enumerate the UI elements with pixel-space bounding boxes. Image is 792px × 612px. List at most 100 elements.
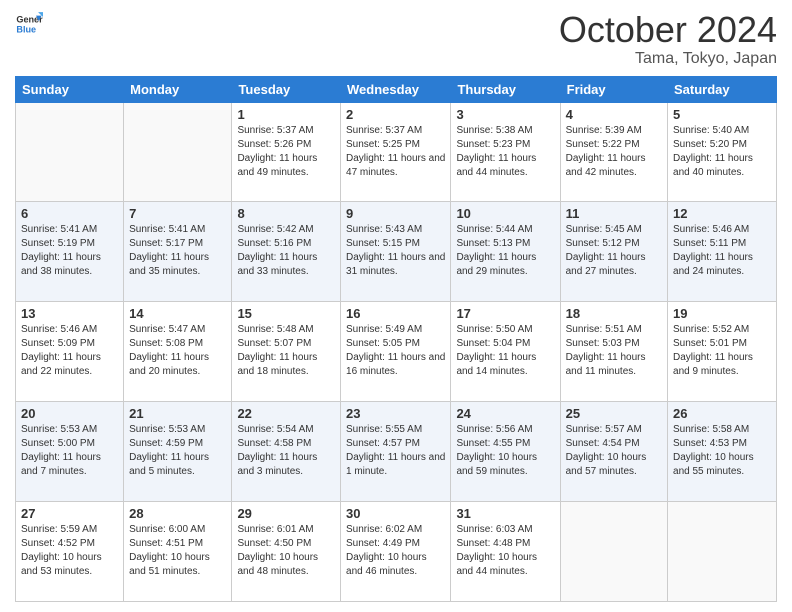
day-number: 3 <box>456 107 554 122</box>
day-header-friday: Friday <box>560 76 667 102</box>
calendar-cell <box>16 102 124 202</box>
day-number: 21 <box>129 406 226 421</box>
day-number: 29 <box>237 506 335 521</box>
calendar-cell: 20 Sunrise: 5:53 AMSunset: 5:00 PMDayligh… <box>16 402 124 502</box>
cell-details: Sunrise: 5:47 AMSunset: 5:08 PMDaylight:… <box>129 323 226 379</box>
day-number: 25 <box>566 406 662 421</box>
day-header-monday: Monday <box>124 76 232 102</box>
day-number: 22 <box>237 406 335 421</box>
cell-details: Sunrise: 5:48 AMSunset: 5:07 PMDaylight:… <box>237 323 335 379</box>
title-block: October 2024 Tama, Tokyo, Japan <box>559 10 777 68</box>
cell-details: Sunrise: 5:41 AMSunset: 5:19 PMDaylight:… <box>21 223 118 279</box>
day-number: 30 <box>346 506 445 521</box>
calendar-cell: 22 Sunrise: 5:54 AMSunset: 4:58 PMDayligh… <box>232 402 341 502</box>
calendar-week-row: 27 Sunrise: 5:59 AMSunset: 4:52 PMDayligh… <box>16 502 777 602</box>
cell-details: Sunrise: 5:56 AMSunset: 4:55 PMDaylight:… <box>456 423 554 479</box>
day-number: 5 <box>673 107 771 122</box>
day-header-saturday: Saturday <box>668 76 777 102</box>
day-number: 6 <box>21 206 118 221</box>
calendar-cell: 12 Sunrise: 5:46 AMSunset: 5:11 PMDayligh… <box>668 202 777 302</box>
cell-details: Sunrise: 5:53 AMSunset: 5:00 PMDaylight:… <box>21 423 118 479</box>
cell-details: Sunrise: 5:44 AMSunset: 5:13 PMDaylight:… <box>456 223 554 279</box>
cell-details: Sunrise: 5:43 AMSunset: 5:15 PMDaylight:… <box>346 223 445 279</box>
logo-icon: General Blue <box>15 10 43 38</box>
logo: General Blue <box>15 10 43 38</box>
day-number: 23 <box>346 406 445 421</box>
cell-details: Sunrise: 6:03 AMSunset: 4:48 PMDaylight:… <box>456 523 554 579</box>
calendar-cell: 29 Sunrise: 6:01 AMSunset: 4:50 PMDayligh… <box>232 502 341 602</box>
calendar-cell <box>668 502 777 602</box>
day-header-sunday: Sunday <box>16 76 124 102</box>
cell-details: Sunrise: 5:50 AMSunset: 5:04 PMDaylight:… <box>456 323 554 379</box>
cell-details: Sunrise: 5:42 AMSunset: 5:16 PMDaylight:… <box>237 223 335 279</box>
day-number: 12 <box>673 206 771 221</box>
day-number: 2 <box>346 107 445 122</box>
calendar-cell: 24 Sunrise: 5:56 AMSunset: 4:55 PMDayligh… <box>451 402 560 502</box>
cell-details: Sunrise: 5:45 AMSunset: 5:12 PMDaylight:… <box>566 223 662 279</box>
cell-details: Sunrise: 5:53 AMSunset: 4:59 PMDaylight:… <box>129 423 226 479</box>
cell-details: Sunrise: 6:02 AMSunset: 4:49 PMDaylight:… <box>346 523 445 579</box>
calendar-cell <box>560 502 667 602</box>
cell-details: Sunrise: 5:54 AMSunset: 4:58 PMDaylight:… <box>237 423 335 479</box>
day-number: 9 <box>346 206 445 221</box>
calendar-header-row: SundayMondayTuesdayWednesdayThursdayFrid… <box>16 76 777 102</box>
day-header-thursday: Thursday <box>451 76 560 102</box>
calendar-cell: 4Sunrise: 5:39 AMSunset: 5:22 PMDaylight… <box>560 102 667 202</box>
day-header-tuesday: Tuesday <box>232 76 341 102</box>
cell-details: Sunrise: 5:41 AMSunset: 5:17 PMDaylight:… <box>129 223 226 279</box>
calendar-cell: 16 Sunrise: 5:49 AMSunset: 5:05 PMDayligh… <box>341 302 451 402</box>
location-title: Tama, Tokyo, Japan <box>559 50 777 68</box>
cell-details: Sunrise: 5:57 AMSunset: 4:54 PMDaylight:… <box>566 423 662 479</box>
calendar-cell: 17 Sunrise: 5:50 AMSunset: 5:04 PMDayligh… <box>451 302 560 402</box>
calendar-cell: 10Sunrise: 5:44 AMSunset: 5:13 PMDayligh… <box>451 202 560 302</box>
day-number: 7 <box>129 206 226 221</box>
day-number: 13 <box>21 306 118 321</box>
calendar-cell: 9 Sunrise: 5:43 AMSunset: 5:15 PMDaylight… <box>341 202 451 302</box>
calendar-week-row: 1Sunrise: 5:37 AMSunset: 5:26 PMDaylight… <box>16 102 777 202</box>
cell-details: Sunrise: 5:55 AMSunset: 4:57 PMDaylight:… <box>346 423 445 479</box>
day-number: 20 <box>21 406 118 421</box>
calendar-cell: 23 Sunrise: 5:55 AMSunset: 4:57 PMDayligh… <box>341 402 451 502</box>
day-number: 26 <box>673 406 771 421</box>
calendar-cell: 27 Sunrise: 5:59 AMSunset: 4:52 PMDayligh… <box>16 502 124 602</box>
calendar-cell <box>124 102 232 202</box>
page-header: General Blue October 2024 Tama, Tokyo, J… <box>15 10 777 68</box>
day-number: 14 <box>129 306 226 321</box>
cell-details: Sunrise: 5:49 AMSunset: 5:05 PMDaylight:… <box>346 323 445 379</box>
calendar-cell: 1Sunrise: 5:37 AMSunset: 5:26 PMDaylight… <box>232 102 341 202</box>
calendar-week-row: 6 Sunrise: 5:41 AMSunset: 5:19 PMDaylight… <box>16 202 777 302</box>
cell-details: Sunrise: 5:46 AMSunset: 5:11 PMDaylight:… <box>673 223 771 279</box>
cell-details: Sunrise: 5:58 AMSunset: 4:53 PMDaylight:… <box>673 423 771 479</box>
calendar-cell: 14 Sunrise: 5:47 AMSunset: 5:08 PMDayligh… <box>124 302 232 402</box>
cell-details: Sunrise: 5:59 AMSunset: 4:52 PMDaylight:… <box>21 523 118 579</box>
day-number: 17 <box>456 306 554 321</box>
calendar-cell: 28Sunrise: 6:00 AMSunset: 4:51 PMDayligh… <box>124 502 232 602</box>
calendar-cell: 7 Sunrise: 5:41 AMSunset: 5:17 PMDaylight… <box>124 202 232 302</box>
calendar-cell: 5 Sunrise: 5:40 AMSunset: 5:20 PMDaylight… <box>668 102 777 202</box>
day-number: 11 <box>566 206 662 221</box>
calendar-cell: 25 Sunrise: 5:57 AMSunset: 4:54 PMDayligh… <box>560 402 667 502</box>
calendar-cell: 15Sunrise: 5:48 AMSunset: 5:07 PMDayligh… <box>232 302 341 402</box>
svg-text:Blue: Blue <box>16 24 36 34</box>
calendar-week-row: 20 Sunrise: 5:53 AMSunset: 5:00 PMDayligh… <box>16 402 777 502</box>
cell-details: Sunrise: 6:01 AMSunset: 4:50 PMDaylight:… <box>237 523 335 579</box>
day-number: 27 <box>21 506 118 521</box>
day-number: 4 <box>566 107 662 122</box>
day-number: 18 <box>566 306 662 321</box>
calendar-cell: 21 Sunrise: 5:53 AMSunset: 4:59 PMDayligh… <box>124 402 232 502</box>
day-number: 16 <box>346 306 445 321</box>
day-number: 24 <box>456 406 554 421</box>
calendar-cell: 11 Sunrise: 5:45 AMSunset: 5:12 PMDayligh… <box>560 202 667 302</box>
calendar-cell: 26 Sunrise: 5:58 AMSunset: 4:53 PMDayligh… <box>668 402 777 502</box>
calendar-cell: 31Sunrise: 6:03 AMSunset: 4:48 PMDayligh… <box>451 502 560 602</box>
cell-details: Sunrise: 5:40 AMSunset: 5:20 PMDaylight:… <box>673 124 771 180</box>
cell-details: Sunrise: 5:46 AMSunset: 5:09 PMDaylight:… <box>21 323 118 379</box>
cell-details: Sunrise: 6:00 AMSunset: 4:51 PMDaylight:… <box>129 523 226 579</box>
day-header-wednesday: Wednesday <box>341 76 451 102</box>
day-number: 1 <box>237 107 335 122</box>
calendar-cell: 3 Sunrise: 5:38 AMSunset: 5:23 PMDaylight… <box>451 102 560 202</box>
calendar-cell: 19Sunrise: 5:52 AMSunset: 5:01 PMDayligh… <box>668 302 777 402</box>
cell-details: Sunrise: 5:52 AMSunset: 5:01 PMDaylight:… <box>673 323 771 379</box>
cell-details: Sunrise: 5:38 AMSunset: 5:23 PMDaylight:… <box>456 124 554 180</box>
month-title: October 2024 <box>559 10 777 50</box>
